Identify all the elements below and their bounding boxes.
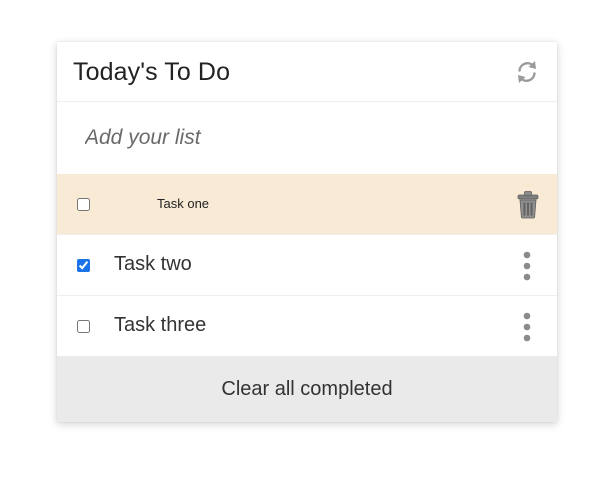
clear-completed-label: Clear all completed bbox=[221, 378, 393, 400]
trash-icon[interactable] bbox=[515, 190, 541, 219]
task-checkbox[interactable] bbox=[77, 259, 90, 272]
add-task-input[interactable] bbox=[85, 116, 525, 160]
clear-completed-button[interactable]: Clear all completed bbox=[57, 356, 557, 422]
add-task-row bbox=[57, 102, 557, 174]
task-label: Task two bbox=[114, 253, 192, 275]
page-title: Today's To Do bbox=[73, 58, 231, 86]
more-vertical-icon[interactable] bbox=[519, 312, 535, 342]
task-row[interactable]: Task one bbox=[57, 174, 557, 235]
task-label: Task three bbox=[114, 314, 207, 336]
refresh-icon[interactable] bbox=[513, 58, 541, 86]
task-row[interactable]: Task two bbox=[57, 235, 557, 296]
task-row[interactable]: Task three bbox=[57, 296, 557, 357]
task-checkbox[interactable] bbox=[77, 320, 90, 333]
more-vertical-icon[interactable] bbox=[519, 251, 535, 281]
todo-card: Today's To Do Task one Task two bbox=[57, 42, 557, 422]
card-header: Today's To Do bbox=[57, 42, 557, 102]
task-label: Task one bbox=[157, 196, 210, 211]
task-checkbox[interactable] bbox=[77, 198, 90, 211]
